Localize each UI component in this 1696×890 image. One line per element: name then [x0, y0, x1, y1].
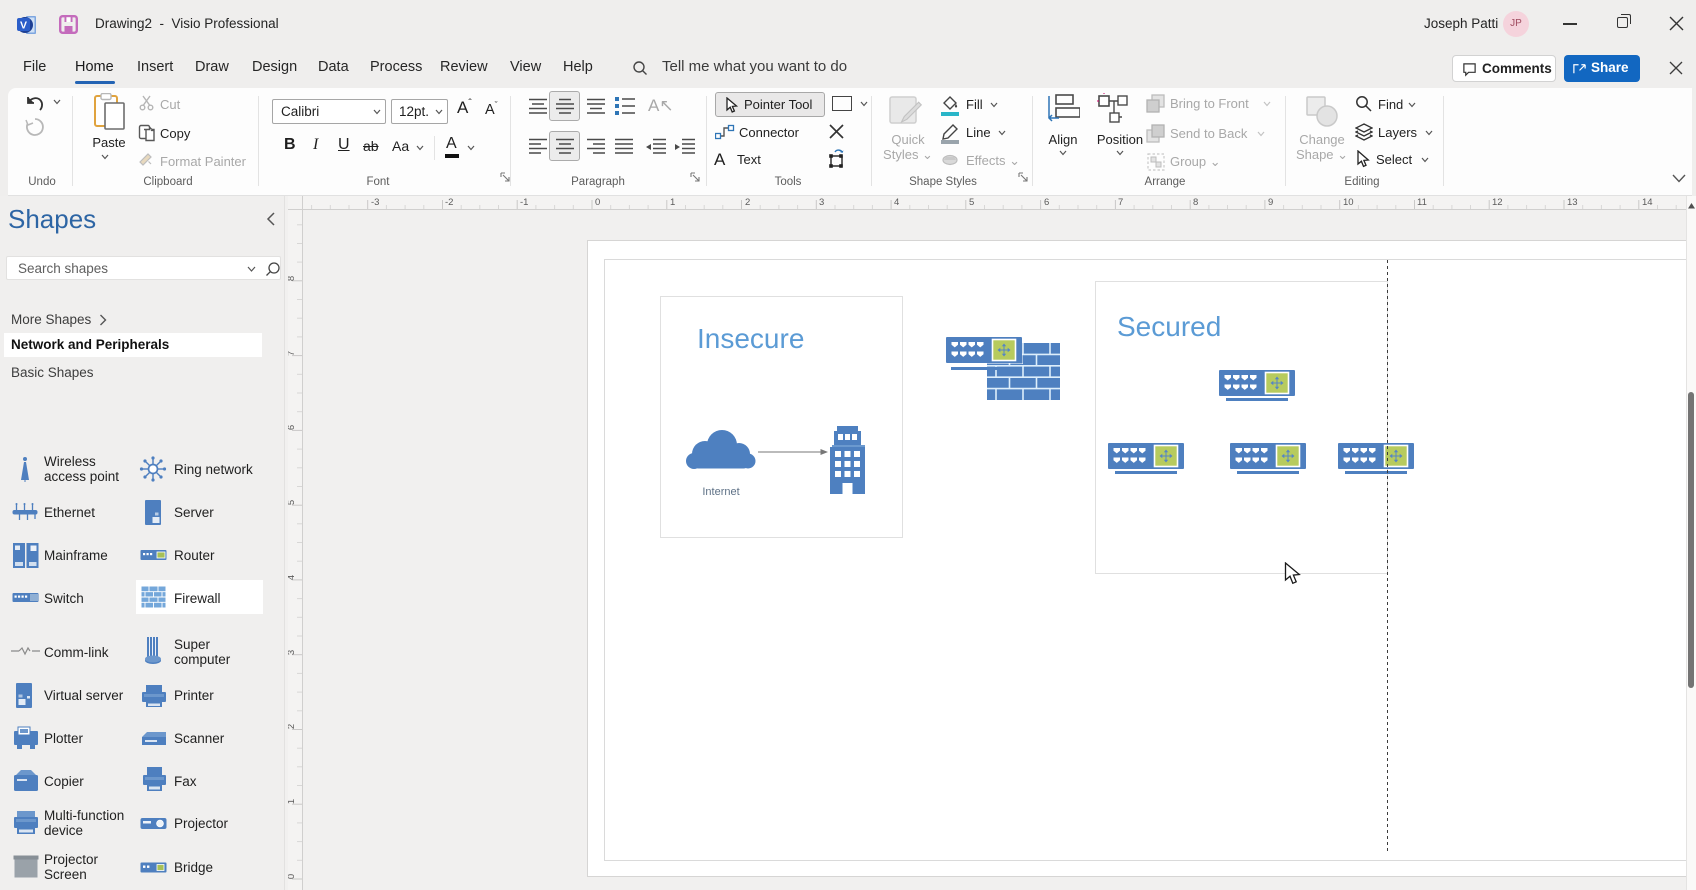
svg-text:V: V [20, 20, 27, 32]
